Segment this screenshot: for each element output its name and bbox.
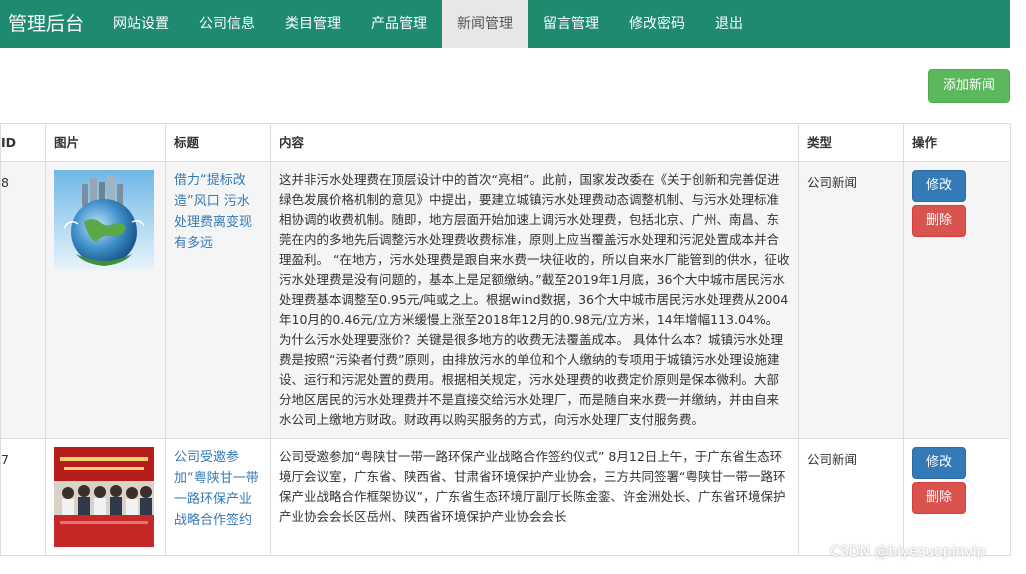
nav-company-info[interactable]: 公司信息 [184,0,270,48]
row-type: 公司新闻 [798,161,904,439]
news-title-link[interactable]: 公司受邀参加“粤陕甘一带一路环保产业战略合作签约 [174,450,259,528]
news-content: 这并非污水处理费在顶层设计中的首次“亮相”。此前，国家发改委在《关于创新和完善促… [279,172,790,427]
nav-logout[interactable]: 退出 [700,0,758,48]
nav-news-management[interactable]: 新闻管理 [442,0,529,48]
csdn-watermark: CSDN @biyezuopinvip [830,544,986,560]
row-id: 8 [0,161,46,439]
row-type: 公司新闻 [798,438,904,556]
edit-button[interactable]: 修改 [912,447,966,479]
header-content: 内容 [270,123,799,162]
row-image-cell [45,438,166,556]
table-row: 8 借力“提标改造”风口 污水处理费离变现有多远 这并非污水处理费在顶层设计中的… [0,161,1011,439]
delete-button[interactable]: 删除 [912,205,966,237]
header-image: 图片 [45,123,166,162]
row-id: 7 [0,438,46,556]
nav-message-management[interactable]: 留言管理 [528,0,614,48]
header-actions: 操作 [903,123,1011,162]
row-title-cell: 公司受邀参加“粤陕甘一带一路环保产业战略合作签约 [165,438,271,556]
edit-button[interactable]: 修改 [912,170,966,202]
news-content: 公司受邀参加“粤陕甘一带一路环保产业战略合作签约仪式” 8月12日上午，于广东省… [279,449,786,524]
top-navbar: 管理后台 网站设置 公司信息 类目管理 产品管理 新闻管理 留言管理 修改密码 … [0,0,1010,48]
news-title-link[interactable]: 借力“提标改造”风口 污水处理费离变现有多远 [174,173,252,251]
header-id: ID [0,123,46,162]
row-content-cell: 这并非污水处理费在顶层设计中的首次“亮相”。此前，国家发改委在《关于创新和完善促… [270,161,799,439]
row-actions-cell: 修改 删除 [903,161,1011,439]
nav-change-password[interactable]: 修改密码 [614,0,700,48]
row-actions-cell: 修改 删除 [903,438,1011,556]
row-content-cell: 公司受邀参加“粤陕甘一带一路环保产业战略合作签约仪式” 8月12日上午，于广东省… [270,438,799,556]
table-row: 7 公司受邀参加“粤陕甘一带一路环保产业战略合作签约 公司受邀参加“粤陕甘一带一… [0,438,1011,556]
header-title: 标题 [165,123,271,162]
news-thumbnail-globe [54,170,154,270]
nav-website-settings[interactable]: 网站设置 [98,0,184,48]
header-type: 类型 [798,123,904,162]
nav-product-management[interactable]: 产品管理 [356,0,442,48]
row-title-cell: 借力“提标改造”风口 污水处理费离变现有多远 [165,161,271,439]
table-header-row: ID 图片 标题 内容 类型 操作 [0,123,1011,162]
nav-category-management[interactable]: 类目管理 [270,0,356,48]
news-thumbnail-ceremony [54,447,154,547]
brand-title[interactable]: 管理后台 [0,0,98,48]
add-news-button[interactable]: 添加新闻 [928,69,1010,103]
row-image-cell [45,161,166,439]
news-table: ID 图片 标题 内容 类型 操作 8 借力“提标改造”风口 污水处理费离变现有… [0,123,1011,556]
delete-button[interactable]: 删除 [912,482,966,514]
